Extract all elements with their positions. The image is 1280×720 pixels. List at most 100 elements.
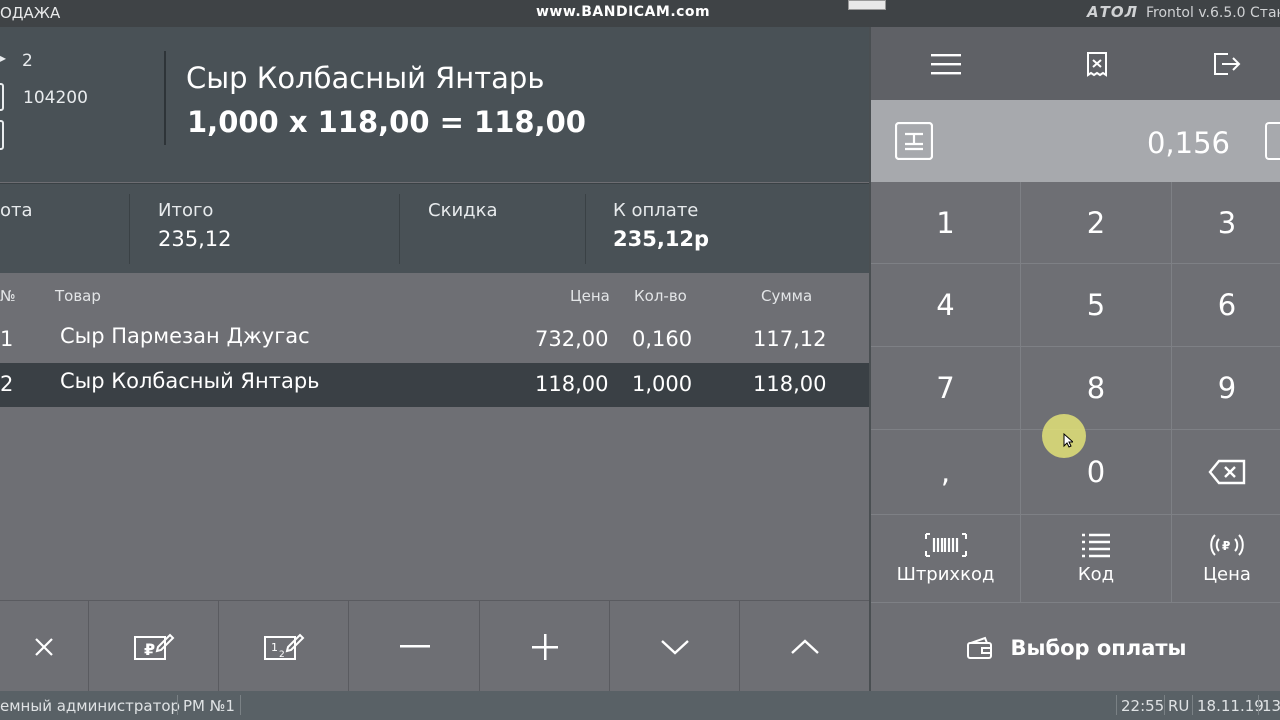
price-icon: ₽ — [1210, 534, 1244, 556]
current-item-panel: ▸ 2 104200 Сыр Колбасный Янтарь 1,000 х … — [0, 27, 869, 182]
edit-quantity-button[interactable]: 1 2 — [218, 601, 349, 692]
cancel-receipt-button[interactable] — [1021, 27, 1173, 100]
discount-label: Скидка — [428, 200, 498, 221]
row-item: Сыр Пармезан Джугас — [60, 324, 310, 348]
app-version: Frontol v.6.5.0 Стан — [1146, 5, 1280, 21]
cancel-item-button[interactable] — [0, 601, 88, 692]
exit-button[interactable] — [1172, 27, 1280, 100]
receipt-number: 2 — [22, 51, 33, 71]
backspace-icon — [1208, 459, 1246, 485]
key-7[interactable]: 7 — [871, 347, 1021, 430]
row-sum: 117,12 — [753, 327, 827, 351]
decrease-button[interactable] — [348, 601, 480, 692]
payment-label: Выбор оплаты — [1010, 635, 1187, 660]
row-item: Сыр Колбасный Янтарь — [60, 369, 320, 393]
minus-icon — [399, 644, 430, 647]
key-1[interactable]: 1 — [871, 182, 1021, 264]
backspace-button[interactable] — [1172, 430, 1280, 515]
row-qty: 0,160 — [632, 327, 693, 351]
header-item: Товар — [55, 287, 101, 305]
chevron-down-icon — [661, 639, 689, 655]
quantity-entry[interactable]: 0,156 — [871, 100, 1280, 182]
scale-icon — [895, 122, 933, 160]
status-user: емный администратор — [0, 697, 181, 715]
row-qty: 1,000 — [632, 372, 693, 396]
totals-bar: ота Итого 235,12 Скидка К оплате 235,12р — [0, 183, 869, 273]
divider — [1258, 695, 1259, 715]
cursor-highlight — [1042, 414, 1086, 458]
plus-icon — [532, 633, 558, 660]
price-label: Цена — [1203, 564, 1251, 585]
key-8[interactable]: 8 — [1021, 347, 1172, 430]
document-icon — [0, 83, 4, 111]
code-button[interactable]: Код — [1021, 515, 1172, 602]
table-row-selected[interactable]: 2 Сыр Колбасный Янтарь 118,00 1,000 118,… — [0, 363, 869, 407]
totals-col-due: К оплате 235,12р — [586, 184, 869, 274]
title-bar: ОДАЖА www.BANDICAM.com АТОЛ Frontol v.6.… — [0, 0, 1280, 27]
header-qty: Кол-во — [634, 287, 687, 305]
status-bar: емный администратор РМ №1 22:55 RU 18.11… — [0, 691, 1280, 720]
price-button[interactable]: ₽ Цена — [1172, 515, 1280, 602]
totals-col-total: Итого 235,12 — [130, 184, 399, 274]
price-edit-icon: ₽ — [134, 633, 175, 660]
key-5[interactable]: 5 — [1021, 264, 1172, 347]
svg-text:₽: ₽ — [144, 640, 155, 659]
key-2[interactable]: 2 — [1021, 182, 1172, 264]
row-sum: 118,00 — [753, 372, 827, 396]
status-date: 18.11.19 — [1197, 697, 1264, 715]
svg-text:₽: ₽ — [1222, 539, 1230, 553]
key-6[interactable]: 6 — [1172, 264, 1280, 347]
barcode-icon — [924, 533, 967, 557]
chevron-up-icon — [791, 638, 819, 654]
amount-due-label: К оплате — [613, 200, 699, 221]
status-time: 22:55 — [1121, 697, 1165, 715]
key-9[interactable]: 9 — [1172, 347, 1280, 430]
entry-value: 0,156 — [1146, 126, 1230, 160]
status-language: RU — [1168, 697, 1190, 715]
header-sum: Сумма — [761, 287, 813, 305]
arrow-icon: ▸ — [0, 51, 7, 65]
payment-selection-button[interactable]: Выбор оплаты — [871, 602, 1280, 692]
exit-icon — [1214, 52, 1241, 75]
key-4[interactable]: 4 — [871, 264, 1021, 347]
divider — [177, 695, 178, 715]
amount-due-value: 235,12р — [613, 227, 710, 251]
current-item-name: Сыр Колбасный Янтарь — [186, 61, 545, 95]
totals-col-1: ота — [0, 184, 129, 274]
status-workplace: РМ №1 — [183, 697, 235, 715]
divider — [1164, 695, 1165, 715]
header-price: Цена — [570, 287, 610, 305]
brand-logo: АТОЛ — [1087, 3, 1139, 21]
table-row[interactable]: 1 Сыр Пармезан Джугас 732,00 0,160 117,1… — [0, 318, 869, 362]
totals-label-1: ота — [0, 200, 33, 221]
document-number: 104200 — [23, 88, 88, 108]
row-price: 732,00 — [535, 327, 609, 351]
header-num: № — [0, 287, 16, 305]
increase-button[interactable] — [479, 601, 610, 692]
key-comma[interactable]: , — [871, 430, 1021, 515]
code-label: Код — [1077, 564, 1115, 585]
divider — [164, 51, 166, 145]
next-row-button[interactable] — [609, 601, 740, 692]
edit-price-button[interactable]: ₽ — [88, 601, 219, 692]
menu-button[interactable] — [871, 27, 1022, 100]
mode-title: ОДАЖА — [0, 4, 61, 22]
row-num: 1 — [0, 327, 14, 351]
key-3[interactable]: 3 — [1172, 182, 1280, 264]
recorder-watermark: www.BANDICAM.com — [536, 4, 711, 20]
close-icon — [35, 637, 53, 656]
window-controls[interactable] — [848, 0, 886, 10]
divider — [1192, 695, 1193, 715]
pointer-icon — [1063, 433, 1073, 448]
prev-row-button[interactable] — [739, 601, 870, 692]
divider — [1116, 695, 1117, 715]
receipt-cancel-icon — [1086, 51, 1107, 77]
menu-icon — [931, 53, 961, 74]
status-extra: 13 — [1262, 697, 1280, 715]
fraction-edit-icon: 1 2 — [264, 633, 305, 660]
svg-text:2: 2 — [279, 650, 285, 660]
receipt-table: № Товар Цена Кол-во Сумма 1 Сыр Пармезан… — [0, 273, 869, 600]
barcode-button[interactable]: Штрихкод — [871, 515, 1021, 602]
settings-icon[interactable] — [1265, 122, 1280, 160]
totals-col-discount: Скидка — [400, 184, 585, 274]
